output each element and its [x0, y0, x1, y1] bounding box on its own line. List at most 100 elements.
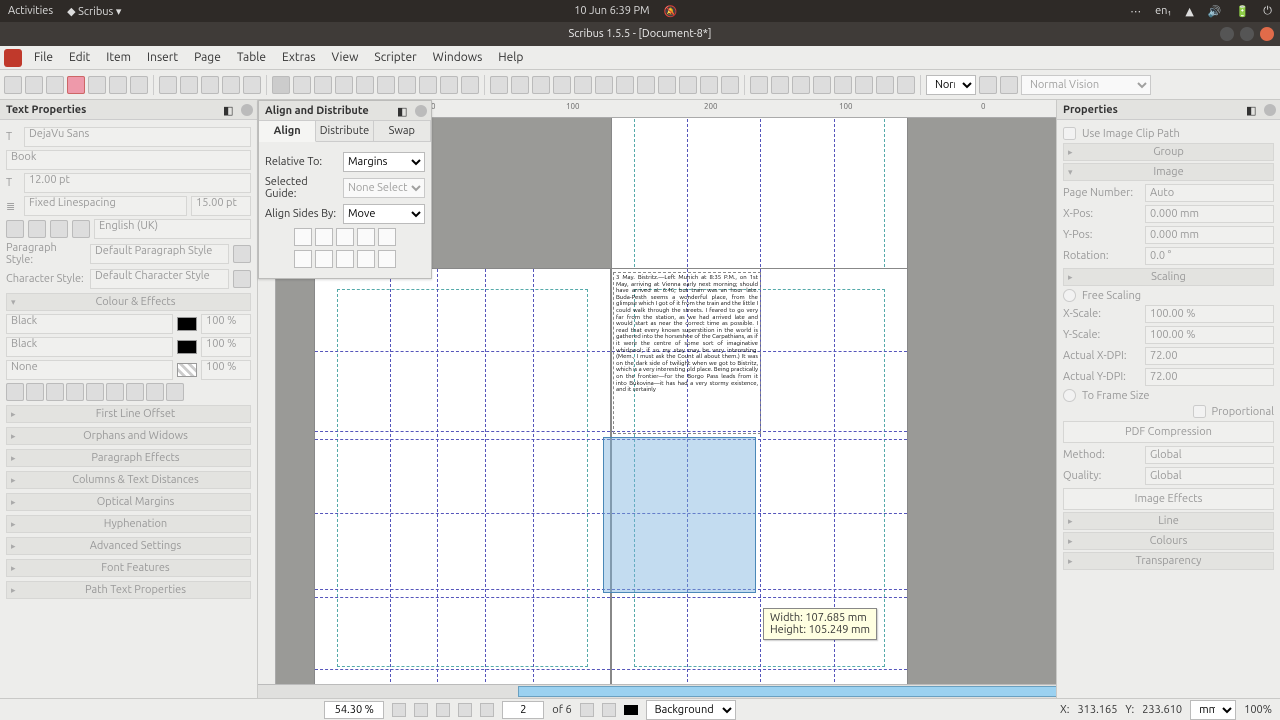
section-transparency[interactable]: Transparency	[1063, 552, 1274, 570]
edit-text-tool-icon[interactable]	[616, 76, 634, 94]
ypos-input[interactable]: 0.000 mm	[1145, 226, 1274, 244]
paste-icon[interactable]	[243, 76, 261, 94]
page-number-input[interactable]	[502, 701, 544, 719]
relative-to-select[interactable]: Margins	[343, 152, 425, 172]
align-left-icon[interactable]	[6, 220, 24, 238]
xdpi-input[interactable]: 72.00	[1145, 347, 1274, 365]
edit-contents-tool-icon[interactable]	[595, 76, 613, 94]
volume-icon[interactable]: 🔊	[1208, 5, 1222, 18]
section-path-text[interactable]: Path Text Properties	[6, 581, 251, 599]
font-style-select[interactable]: Book	[6, 150, 251, 170]
battery-icon[interactable]: 🔋	[1236, 5, 1250, 18]
to-frame-size-radio[interactable]	[1063, 389, 1076, 402]
guide-horizontal[interactable]	[315, 513, 610, 514]
line-spacing-value-input[interactable]: 15.00 pt	[191, 196, 251, 216]
align-top-out-icon[interactable]	[357, 250, 375, 268]
image-frame-tool-icon[interactable]	[314, 76, 332, 94]
link-frames-icon[interactable]	[637, 76, 655, 94]
prev-page-icon[interactable]	[480, 703, 494, 717]
save-doc-icon[interactable]	[46, 76, 64, 94]
guide-horizontal[interactable]	[612, 513, 907, 514]
align-center-horizontal-icon[interactable]	[315, 250, 333, 268]
text-frame-tool-icon[interactable]	[293, 76, 311, 94]
strikethrough-icon[interactable]	[126, 383, 144, 401]
stroke-opacity-input[interactable]: 100 %	[201, 337, 251, 357]
character-style-select[interactable]: Default Character Style	[90, 269, 229, 289]
ydpi-input[interactable]: 72.00	[1145, 368, 1274, 386]
underline-words-icon[interactable]	[26, 383, 44, 401]
guide-horizontal[interactable]	[315, 439, 610, 440]
close-button[interactable]	[1260, 27, 1274, 41]
section-font-features[interactable]: Font Features	[6, 559, 251, 577]
last-page-icon[interactable]	[602, 703, 616, 717]
bg-color-select[interactable]: None	[6, 360, 173, 380]
section-optical-margins[interactable]: Optical Margins	[6, 493, 251, 511]
open-doc-icon[interactable]	[25, 76, 43, 94]
pdf-checkbox-icon[interactable]	[813, 76, 831, 94]
line-spacing-mode-select[interactable]: Fixed Linespacing	[24, 196, 187, 216]
keyboard-layout-indicator[interactable]: en₁	[1155, 5, 1171, 17]
font-family-select[interactable]: DejaVu Sans	[24, 127, 251, 147]
language-select[interactable]: English (UK)	[94, 219, 251, 239]
pdf-radiobutton-icon[interactable]	[771, 76, 789, 94]
pin-icon[interactable]: ◧	[223, 104, 235, 116]
align-right-edges-icon[interactable]	[336, 228, 354, 246]
use-clip-path-checkbox[interactable]	[1063, 127, 1076, 140]
status-dots-icon[interactable]: ⋯	[1130, 5, 1141, 18]
pin-icon[interactable]: ◧	[1246, 104, 1258, 116]
select-tool-icon[interactable]	[272, 76, 290, 94]
menu-scripter[interactable]: Scripter	[366, 48, 424, 67]
zoom-out-icon[interactable]	[392, 703, 406, 717]
guide-vertical[interactable]	[533, 269, 534, 684]
render-frame-tool-icon[interactable]	[335, 76, 353, 94]
line-tool-icon[interactable]	[440, 76, 458, 94]
measure-tool-icon[interactable]	[679, 76, 697, 94]
section-first-line-offset[interactable]: First Line Offset	[6, 405, 251, 423]
zoom-in-icon[interactable]	[436, 703, 450, 717]
section-hyphenation[interactable]: Hyphenation	[6, 515, 251, 533]
pdf-pushbutton-icon[interactable]	[750, 76, 768, 94]
menu-windows[interactable]: Windows	[425, 48, 491, 67]
copy-props-icon[interactable]	[700, 76, 718, 94]
align-right-out-icon[interactable]	[378, 228, 396, 246]
section-columns-distances[interactable]: Columns & Text Distances	[6, 471, 251, 489]
fill-opacity-input[interactable]: 100 %	[201, 314, 251, 334]
shadow-icon[interactable]	[166, 383, 184, 401]
align-sides-select[interactable]: Move	[343, 204, 425, 224]
pdf-link-icon[interactable]	[897, 76, 915, 94]
guide-horizontal[interactable]	[612, 589, 907, 590]
copy-icon[interactable]	[222, 76, 240, 94]
font-size-input[interactable]: 12.00 pt	[24, 173, 251, 193]
xpos-input[interactable]: 0.000 mm	[1145, 205, 1274, 223]
menu-view[interactable]: View	[324, 48, 367, 67]
align-right-icon[interactable]	[50, 220, 68, 238]
guide-vertical[interactable]	[390, 269, 391, 684]
minimize-button[interactable]	[1220, 27, 1234, 41]
activities-button[interactable]: Activities	[8, 5, 53, 17]
layer-select[interactable]: Background	[646, 700, 736, 720]
guide-horizontal[interactable]	[612, 439, 907, 440]
arc-tool-icon[interactable]	[398, 76, 416, 94]
pin-icon[interactable]: ◧	[397, 105, 409, 117]
align-justify-icon[interactable]	[72, 220, 90, 238]
pdf-annotation-icon[interactable]	[876, 76, 894, 94]
rotate-tool-icon[interactable]	[553, 76, 571, 94]
guide-horizontal[interactable]	[315, 597, 610, 598]
menu-help[interactable]: Help	[490, 48, 531, 67]
outline-icon[interactable]	[146, 383, 164, 401]
polygon-tool-icon[interactable]	[419, 76, 437, 94]
network-icon[interactable]: ▲	[1185, 5, 1193, 18]
print-icon[interactable]	[88, 76, 106, 94]
clock[interactable]: 10 Jun 6:39 PM	[574, 5, 649, 17]
zoom-reset-icon[interactable]	[414, 703, 428, 717]
close-panel-icon[interactable]	[1264, 104, 1276, 116]
align-bottom-out-icon[interactable]	[378, 250, 396, 268]
free-scaling-radio[interactable]	[1063, 289, 1076, 302]
section-group[interactable]: Group	[1063, 143, 1274, 161]
underline-icon[interactable]	[6, 383, 24, 401]
allcaps-icon[interactable]	[86, 383, 104, 401]
table-tool-icon[interactable]	[356, 76, 374, 94]
vision-mode-select[interactable]: Normal Vision	[1021, 75, 1151, 95]
preview-toggle-icon[interactable]	[979, 76, 997, 94]
export-pdf-icon[interactable]	[130, 76, 148, 94]
